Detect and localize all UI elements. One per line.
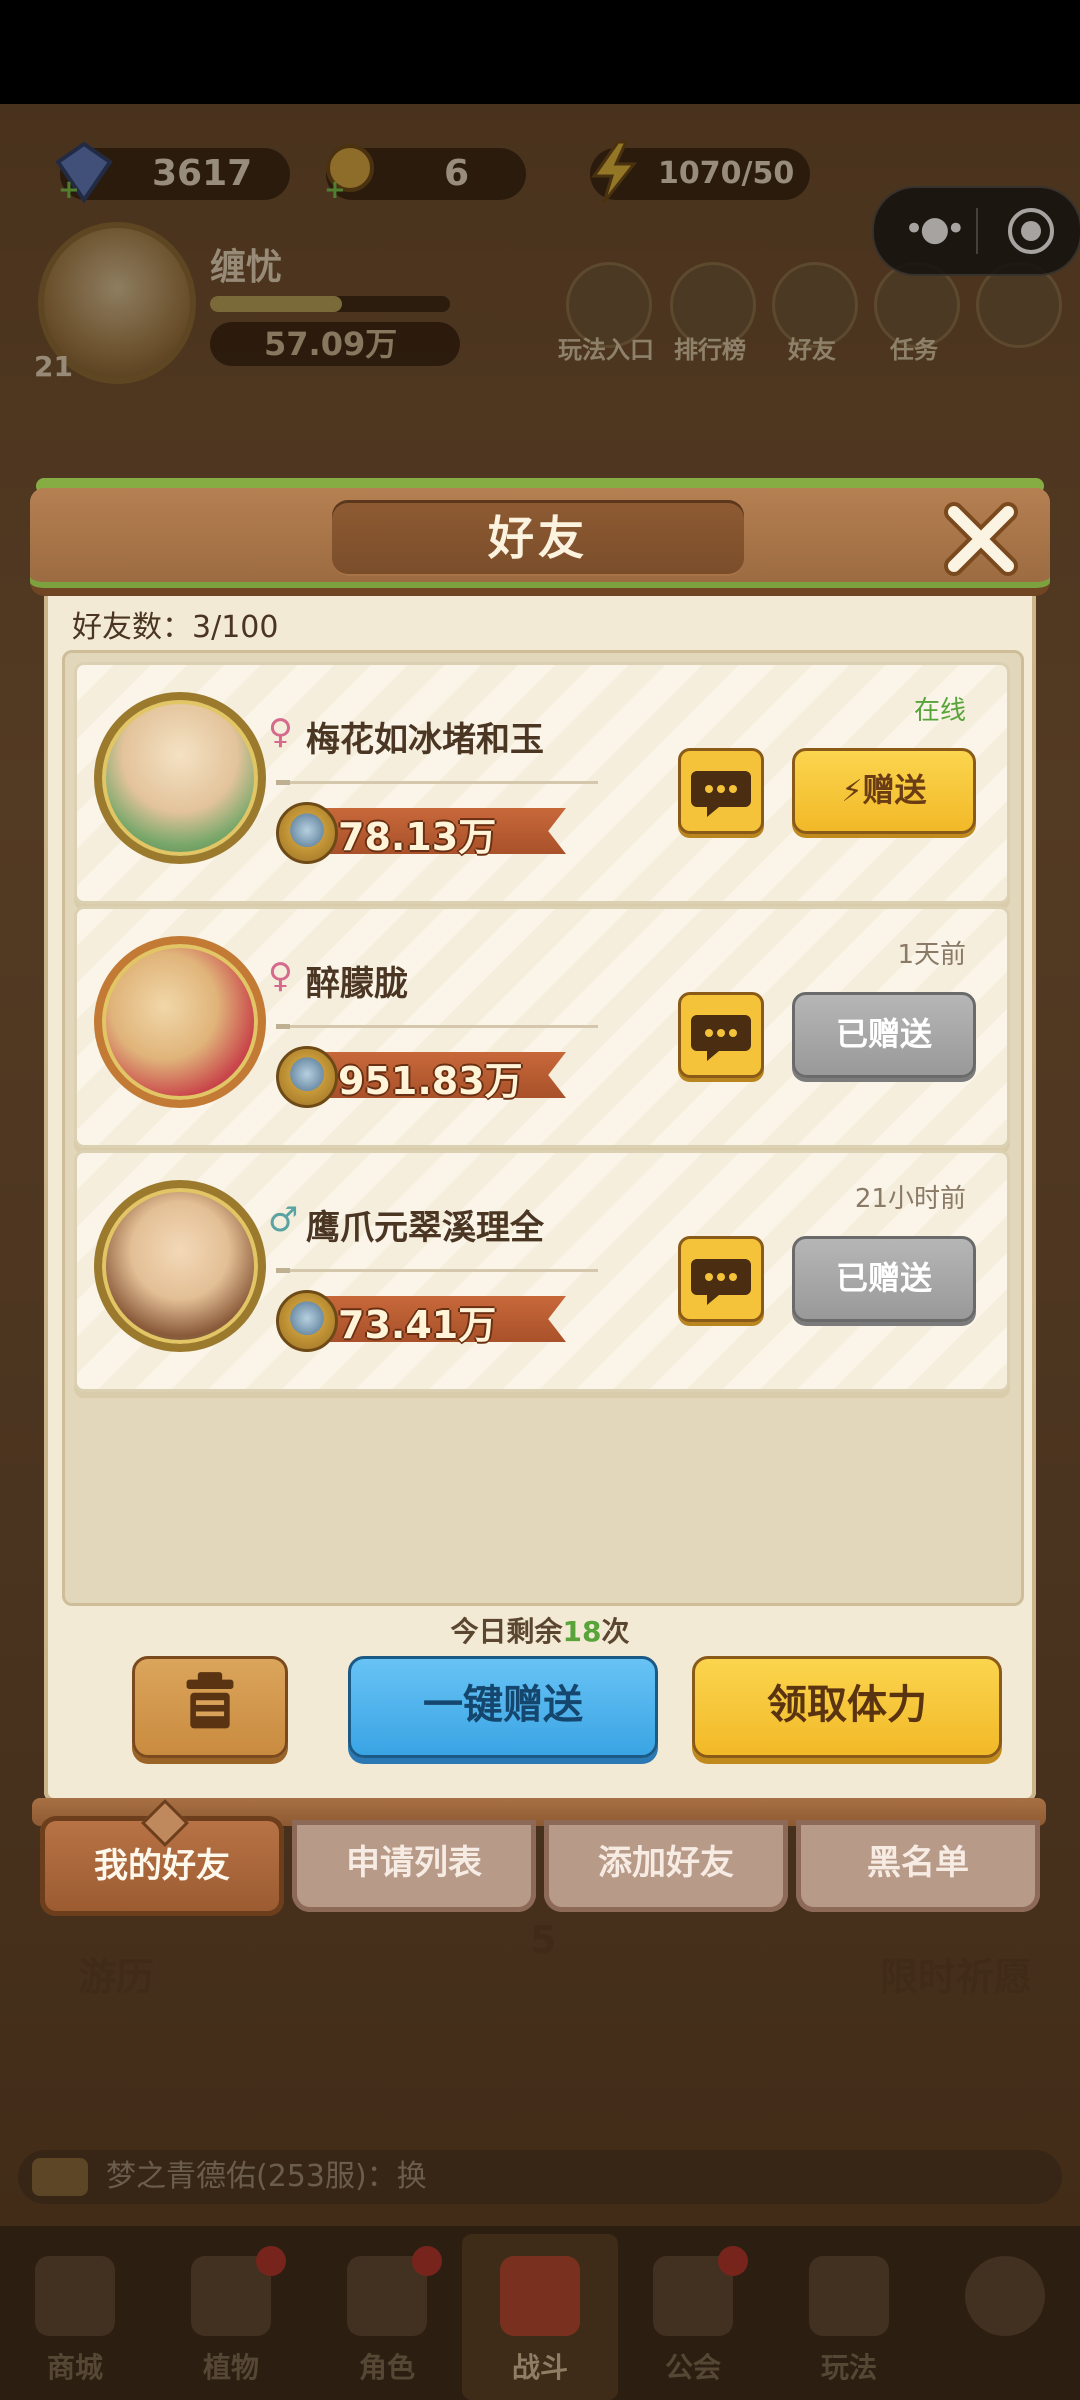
gift-button-sent[interactable]: 已赠送	[792, 992, 976, 1078]
female-icon: ♀	[268, 712, 293, 752]
trash-icon	[186, 1672, 234, 1729]
chat-button[interactable]	[678, 992, 764, 1078]
remaining-count: 18	[562, 1615, 602, 1648]
friend-power: 951.83万	[276, 1046, 566, 1108]
gift-label: 已赠送	[835, 1259, 932, 1297]
one-click-gift-button[interactable]: 一键赠送	[348, 1656, 658, 1758]
speech-bubble-icon	[691, 1259, 751, 1305]
friend-count: 好友数：3/100	[72, 610, 279, 645]
male-icon: ♂	[268, 1200, 299, 1240]
speech-bubble-icon	[691, 1015, 751, 1061]
power-gem-icon	[276, 1046, 338, 1108]
chat-button[interactable]	[678, 748, 764, 834]
divider	[276, 1024, 598, 1029]
friend-power-value: 78.13万	[338, 815, 497, 859]
friend-status: 在线	[913, 696, 966, 726]
tab-blacklist[interactable]: 黑名单	[796, 1820, 1040, 1912]
friend-name: 梅花如冰堵和玉	[306, 720, 544, 760]
divider	[276, 780, 598, 785]
remaining-gifts: 今日剩余18次	[450, 1615, 630, 1648]
gift-button-sent[interactable]: 已赠送	[792, 1236, 976, 1322]
gift-button[interactable]: ⚡赠送	[792, 748, 976, 834]
power-gem-icon	[276, 1290, 338, 1352]
gift-label: 赠送	[862, 771, 927, 809]
friend-avatar[interactable]	[94, 1180, 266, 1352]
divider	[276, 1268, 598, 1273]
delete-friend-button[interactable]	[132, 1656, 288, 1758]
tab-add-friend[interactable]: 添加好友	[544, 1820, 788, 1912]
friend-status: 1天前	[897, 940, 966, 970]
gift-label: 已赠送	[835, 1015, 932, 1053]
friend-power-value: 951.83万	[338, 1059, 523, 1103]
speech-bubble-icon	[691, 771, 751, 817]
claim-stamina-button[interactable]: 领取体力	[692, 1656, 1002, 1758]
friend-name: 鹰爪元翠溪理全	[306, 1208, 544, 1248]
friend-power: 73.41万	[276, 1290, 566, 1352]
friend-name: 醉朦胧	[306, 964, 408, 1004]
status-bar	[0, 0, 1080, 104]
friend-status: 21小时前	[854, 1184, 966, 1214]
friend-avatar[interactable]	[94, 692, 266, 864]
friend-power: 78.13万	[276, 802, 566, 864]
chat-button[interactable]	[678, 1236, 764, 1322]
female-icon: ♀	[268, 956, 293, 996]
modal-title: 好友	[488, 511, 588, 565]
friend-avatar[interactable]	[94, 936, 266, 1108]
power-gem-icon	[276, 802, 338, 864]
lightning-icon: ⚡	[841, 774, 863, 809]
close-icon[interactable]	[938, 500, 1024, 578]
tab-requests[interactable]: 申请列表	[292, 1820, 536, 1912]
friend-power-value: 73.41万	[338, 1303, 497, 1347]
